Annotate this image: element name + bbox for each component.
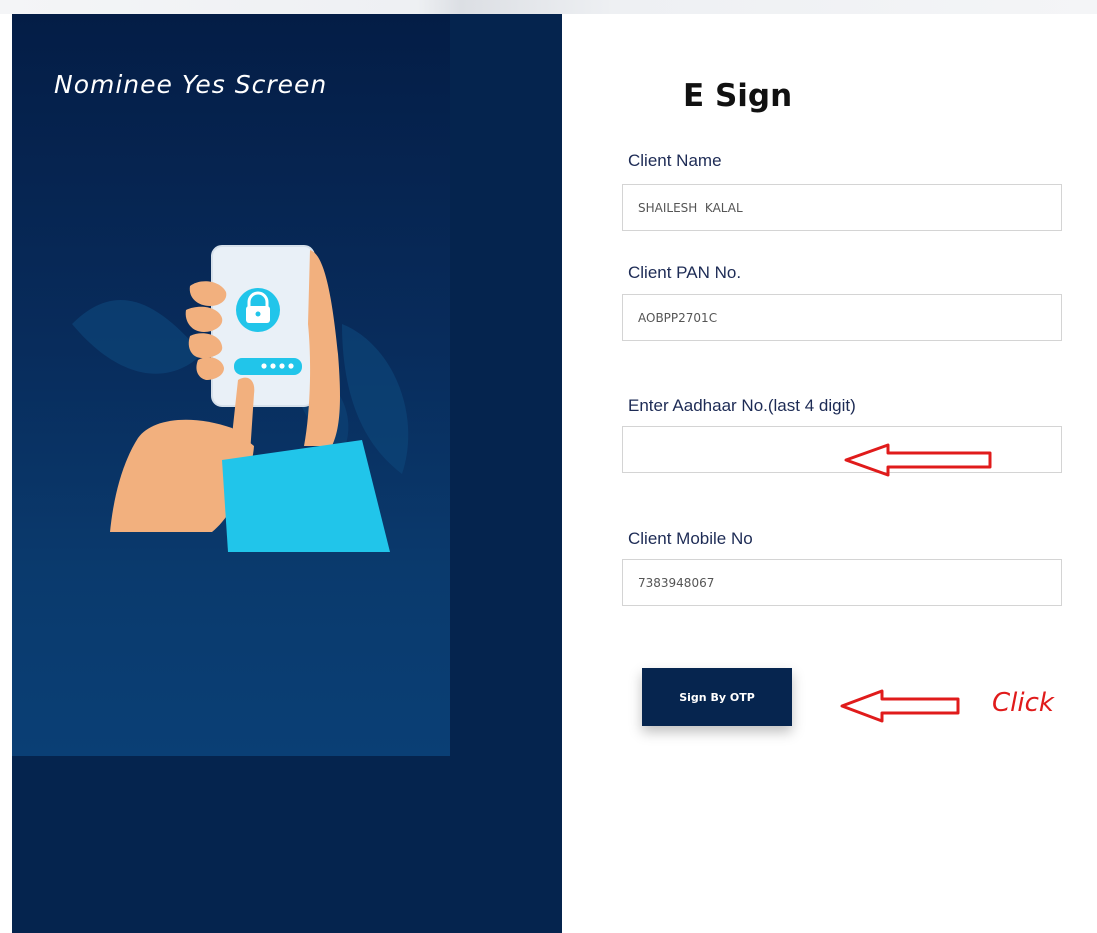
red-arrow-icon [840, 689, 960, 723]
lock-icon [236, 288, 280, 332]
form-title: E Sign [683, 78, 793, 114]
hero-panel: Nominee Yes Screen [12, 14, 450, 756]
red-arrow-icon [844, 443, 992, 477]
client-pan-label: Client PAN No. [628, 263, 742, 282]
client-pan-input[interactable] [622, 294, 1062, 341]
aadhaar-label: Enter Aadhaar No.(last 4 digit) [628, 396, 856, 415]
client-name-input[interactable] [622, 184, 1062, 231]
click-annotation: Click [992, 688, 1054, 718]
phone-lock-illustration [72, 245, 409, 552]
hero-title: Nominee Yes Screen [54, 70, 328, 99]
client-mobile-label: Client Mobile No [628, 529, 753, 548]
sign-by-otp-button[interactable]: Sign By OTP [642, 668, 792, 726]
client-mobile-input[interactable] [622, 559, 1062, 606]
browser-top-strip [0, 0, 1097, 14]
client-name-label: Client Name [628, 151, 722, 170]
